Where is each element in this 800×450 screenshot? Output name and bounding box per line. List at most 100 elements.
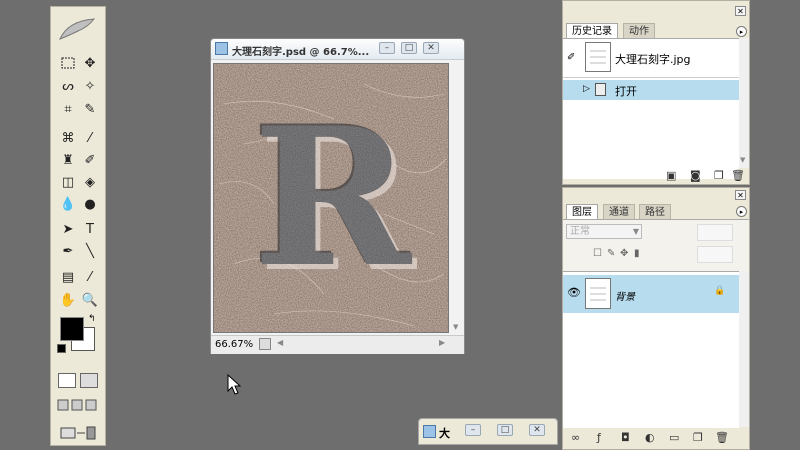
magic-wand-icon[interactable]: ✧ (79, 76, 101, 96)
opacity-field[interactable] (697, 224, 733, 241)
close-button[interactable]: ✕ (423, 42, 439, 54)
minimized-title: 大 (439, 427, 450, 440)
default-colors-icon[interactable] (57, 344, 66, 353)
eye-icon[interactable]: 👁 (567, 286, 581, 299)
history-brush-icon[interactable]: ✐ (79, 150, 101, 170)
layers-scrollbar[interactable] (739, 271, 749, 427)
minimized-document[interactable]: 大 – □ ✕ (418, 418, 558, 445)
history-list: ✐ 大理石刻字.jpg ▷ 打开 (563, 38, 739, 179)
layers-footer: ∞ ƒ ◘ ◐ ▭ ❐ 🗑 (563, 429, 749, 447)
lock-paint-icon[interactable]: ✎ (607, 248, 615, 259)
document-titlebar[interactable]: 大理石刻字.psd @ 66.7%... – □ ✕ (211, 39, 464, 60)
close-button[interactable]: ✕ (529, 424, 545, 436)
image-canvas[interactable]: R R R R (213, 63, 449, 333)
maximize-button[interactable]: □ (401, 42, 417, 54)
delete-state-icon[interactable]: 🗑 (731, 169, 745, 182)
foreground-color-swatch[interactable] (60, 317, 84, 341)
panel-menu-button[interactable]: ▸ (736, 206, 747, 217)
notes-tool-icon[interactable]: ▤ (57, 267, 79, 287)
feather-logo-icon[interactable] (55, 11, 101, 47)
tab-paths[interactable]: 路径 (639, 204, 671, 220)
panel-close-button[interactable]: ✕ (735, 190, 746, 200)
panel-close-button[interactable]: ✕ (735, 6, 746, 16)
imageready-jump-icon[interactable] (59, 425, 99, 441)
new-layer-icon[interactable]: ❐ (693, 431, 703, 444)
zoom-level[interactable]: 66.67% (215, 339, 253, 350)
history-scrollbar[interactable]: ▼ (739, 38, 749, 168)
layers-panel: ✕ 图层 通道 路径 ▸ 正常 ▼ ☐ ✎ ✥ ▮ 👁 背景 🔒 ∞ ƒ ◘ ◐ (562, 187, 750, 450)
clone-stamp-icon[interactable]: ♜ (57, 150, 79, 170)
layer-row[interactable]: 👁 背景 🔒 (563, 275, 739, 313)
open-document-icon (595, 83, 606, 96)
blend-mode-value: 正常 (570, 226, 590, 237)
path-select-icon[interactable]: ➤ (57, 219, 79, 239)
hand-tool-icon[interactable]: ✋ (57, 290, 79, 310)
history-footer: ▣ ◙ ❐ 🗑 (563, 168, 749, 184)
snapshot-thumbnail (585, 42, 611, 72)
adjustment-layer-icon[interactable]: ◐ (645, 431, 655, 444)
toolbox: ✥ ᔕ ✧ ⌗ ✎ ⌘ ⁄ ♜ ✐ ◫ ◈ 💧 ● ➤ T ✒ ╲ ▤ ⁄ ✋ … (50, 6, 106, 446)
brush-tool-icon[interactable]: ⁄ (79, 128, 101, 148)
history-panel-header: ✕ (563, 1, 749, 21)
tab-history[interactable]: 历史记录 (566, 23, 618, 39)
crop-tool-icon[interactable]: ⌗ (57, 99, 79, 119)
layer-options: 正常 ▼ ☐ ✎ ✥ ▮ (563, 219, 749, 272)
document-statusbar: 66.67% ◀ ▶ (211, 335, 464, 354)
layers-panel-header: ✕ (563, 188, 749, 202)
blend-mode-select[interactable]: 正常 ▼ (566, 224, 642, 239)
minimize-button[interactable]: – (379, 42, 395, 54)
restore-button[interactable]: □ (497, 424, 513, 436)
healing-brush-icon[interactable]: ⌘ (57, 128, 79, 148)
history-snapshot-row[interactable]: ✐ 大理石刻字.jpg (563, 39, 739, 78)
eraser-tool-icon[interactable]: ◫ (57, 172, 79, 192)
zoom-tool-icon[interactable]: 🔍 (79, 290, 101, 310)
history-brush-source-icon[interactable]: ✐ (567, 52, 575, 63)
layers-list: 👁 背景 🔒 (563, 271, 739, 428)
lasso-tool-icon[interactable]: ᔕ (57, 76, 79, 96)
status-menu-icon[interactable] (259, 338, 271, 350)
ps-document-icon (215, 42, 228, 55)
eyedropper-icon[interactable]: ⁄ (79, 267, 101, 287)
lock-all-icon[interactable]: ▮ (634, 248, 640, 259)
slice-tool-icon[interactable]: ✎ (79, 99, 101, 119)
fill-field[interactable] (697, 246, 733, 263)
screen-mode-icons[interactable] (57, 399, 99, 411)
burn-tool-icon[interactable]: ● (79, 194, 101, 214)
move-tool-icon[interactable]: ✥ (79, 53, 101, 73)
text-tool-icon[interactable]: T (79, 219, 101, 239)
snapshot-icon[interactable]: ◙ (690, 169, 701, 182)
marquee-tool-icon[interactable] (57, 53, 79, 73)
history-panel: ✕ 历史记录 动作 ▸ ✐ 大理石刻字.jpg ▷ 打开 ▼ ▣ ◙ ❐ 🗑 (562, 0, 750, 185)
link-layers-icon[interactable]: ∞ (571, 431, 580, 444)
panel-menu-button[interactable]: ▸ (736, 26, 747, 37)
pen-tool-icon[interactable]: ✒ (57, 241, 79, 261)
lock-transparency-icon[interactable]: ☐ (593, 248, 602, 259)
delete-layer-icon[interactable]: 🗑 (715, 431, 729, 444)
snapshot-label: 大理石刻字.jpg (615, 53, 691, 66)
blur-tool-icon[interactable]: 💧 (57, 194, 79, 214)
history-item[interactable]: ▷ 打开 (563, 80, 739, 100)
new-snapshot-icon[interactable]: ❐ (714, 169, 724, 182)
tab-channels[interactable]: 通道 (603, 204, 635, 220)
vertical-scrollbar[interactable]: ▼ (451, 61, 463, 333)
play-icon: ▷ (583, 84, 590, 94)
lock-move-icon[interactable]: ✥ (620, 248, 628, 259)
layer-style-icon[interactable]: ƒ (597, 431, 601, 444)
ps-document-icon (423, 425, 436, 438)
layer-thumbnail (585, 278, 611, 309)
tab-layers[interactable]: 图层 (566, 204, 598, 220)
standard-mode-icon[interactable] (58, 373, 76, 388)
scroll-left-icon[interactable]: ◀ (277, 338, 283, 347)
quick-mask-icon[interactable] (80, 373, 98, 388)
minimize-button[interactable]: – (465, 424, 481, 436)
new-document-from-state-icon[interactable]: ▣ (666, 169, 676, 182)
lock-icon: 🔒 (714, 286, 726, 296)
paint-bucket-icon[interactable]: ◈ (79, 172, 101, 192)
tab-actions[interactable]: 动作 (623, 23, 655, 39)
layers-tabbar: 图层 通道 路径 ▸ (563, 202, 749, 220)
line-tool-icon[interactable]: ╲ (79, 241, 101, 261)
new-group-icon[interactable]: ▭ (669, 431, 679, 444)
layer-mask-icon[interactable]: ◘ (621, 431, 630, 444)
swap-colors-icon[interactable]: ↰ (88, 314, 96, 324)
scroll-right-icon[interactable]: ▶ (439, 338, 445, 347)
